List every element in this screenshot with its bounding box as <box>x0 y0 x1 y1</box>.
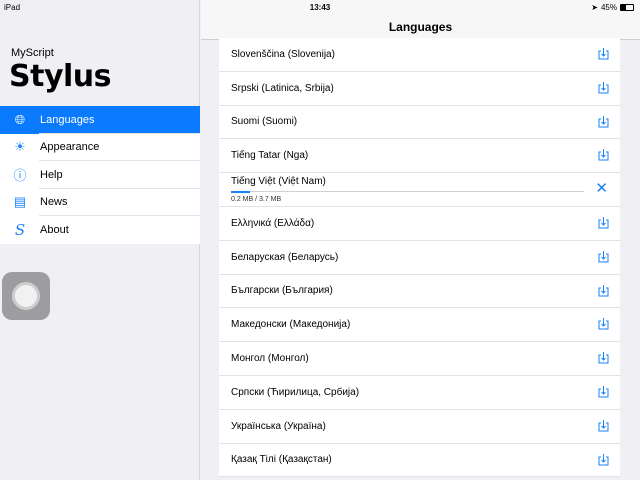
download-icon[interactable] <box>598 81 609 94</box>
language-row[interactable]: Suomi (Suomi) <box>219 106 620 140</box>
download-size: 0.2 MB / 3.7 MB <box>231 196 282 204</box>
language-row[interactable]: Монгол (Монгол) <box>219 342 620 376</box>
sidebar-item-help[interactable]: ⓘ Help <box>0 161 200 189</box>
language-row[interactable]: Tiếng Việt (Việt Nam) 0.2 MB / 3.7 MB ✕ <box>219 173 620 207</box>
help-icon: ⓘ <box>13 168 27 184</box>
language-row[interactable]: Tiếng Tatar (Nga) <box>219 139 620 174</box>
language-name: Қазақ Тілі (Қазақстан) <box>231 454 332 466</box>
language-row[interactable]: Македонски (Македонија) <box>219 308 620 343</box>
globe-icon: 🌐︎ <box>14 111 26 127</box>
download-icon[interactable] <box>598 385 609 398</box>
language-row[interactable]: Ελληνικά (Ελλάδα) <box>219 207 620 241</box>
language-row[interactable]: Қазақ Тілі (Қазақстан) <box>219 444 620 478</box>
download-icon[interactable] <box>598 115 609 128</box>
sidebar-item-label: About <box>40 223 69 236</box>
language-row[interactable]: Українська (Україна) <box>219 410 620 444</box>
language-list: Slovenščina (Slovenija) Srpski (Latinica,… <box>219 38 620 478</box>
sidebar-menu: 🌐︎ Languages ☀ Appearance ⓘ Help ▤ News S Abo… <box>0 106 200 244</box>
sidebar: MyScript Stylus 🌐︎ Languages ☀ Appearance … <box>0 0 200 480</box>
newspaper-icon: ▤ <box>13 194 27 210</box>
language-row[interactable]: Srpski (Latinica, Srbija) <box>219 72 620 106</box>
status-bar: iPad 13:43 ➤ 45% <box>0 0 640 14</box>
battery-icon <box>620 4 634 11</box>
battery-indicator: ➤ 45% <box>591 3 634 12</box>
download-icon[interactable] <box>598 284 609 297</box>
download-icon[interactable] <box>598 318 609 330</box>
location-icon: ➤ <box>591 3 598 12</box>
download-icon[interactable] <box>598 48 609 60</box>
language-name: Српски (Ћирилица, Србија) <box>231 386 360 398</box>
download-icon[interactable] <box>598 352 609 364</box>
language-name: Ελληνικά (Ελλάδα) <box>231 217 315 229</box>
download-progress-bar <box>231 190 584 193</box>
sidebar-item-label: Help <box>40 168 63 181</box>
sidebar-item-news[interactable]: ▤ News <box>0 189 200 217</box>
page-title: Languages <box>388 20 453 34</box>
brand-small: MyScript <box>11 47 54 59</box>
language-row[interactable]: Български (България) <box>219 275 620 309</box>
sidebar-item-label: News <box>40 196 68 209</box>
language-name: Tiếng Việt (Việt Nam) <box>231 176 326 188</box>
download-icon[interactable] <box>598 250 609 263</box>
brightness-icon: ☀ <box>14 139 26 155</box>
stylus-s-icon: S <box>14 220 26 239</box>
download-icon[interactable] <box>598 453 609 466</box>
language-name: Монгол (Монгол) <box>231 353 309 365</box>
download-icon[interactable] <box>598 216 609 229</box>
download-icon[interactable] <box>598 149 609 161</box>
sidebar-item-label: Appearance <box>40 141 100 154</box>
language-row[interactable]: Slovenščina (Slovenija) <box>219 38 620 72</box>
sidebar-item-appearance[interactable]: ☀ Appearance <box>0 134 200 162</box>
language-name: Slovenščina (Slovenija) <box>231 48 335 60</box>
language-row[interactable]: Беларуская (Беларусь) <box>219 241 620 275</box>
cancel-download-button[interactable]: ✕ <box>595 181 608 196</box>
language-row[interactable]: Српски (Ћирилица, Србија) <box>219 376 620 410</box>
battery-percent: 45% <box>600 3 617 12</box>
sidebar-item-about[interactable]: S About <box>0 216 200 244</box>
sidebar-item-label: Languages <box>40 113 95 126</box>
clock: 13:43 <box>309 3 331 12</box>
sidebar-item-languages[interactable]: 🌐︎ Languages <box>0 106 200 134</box>
download-icon[interactable] <box>598 419 609 432</box>
language-name: Македонски (Македонија) <box>231 319 351 331</box>
language-name: Srpski (Latinica, Srbija) <box>231 82 334 94</box>
language-name: Български (България) <box>231 285 333 297</box>
language-name: Tiếng Tatar (Nga) <box>231 150 309 162</box>
language-name: Беларуская (Беларусь) <box>231 251 339 263</box>
language-name: Українська (Україна) <box>231 420 326 432</box>
assistive-touch-button[interactable] <box>2 272 50 320</box>
brand-title: Stylus <box>9 59 112 94</box>
language-name: Suomi (Suomi) <box>231 116 298 128</box>
